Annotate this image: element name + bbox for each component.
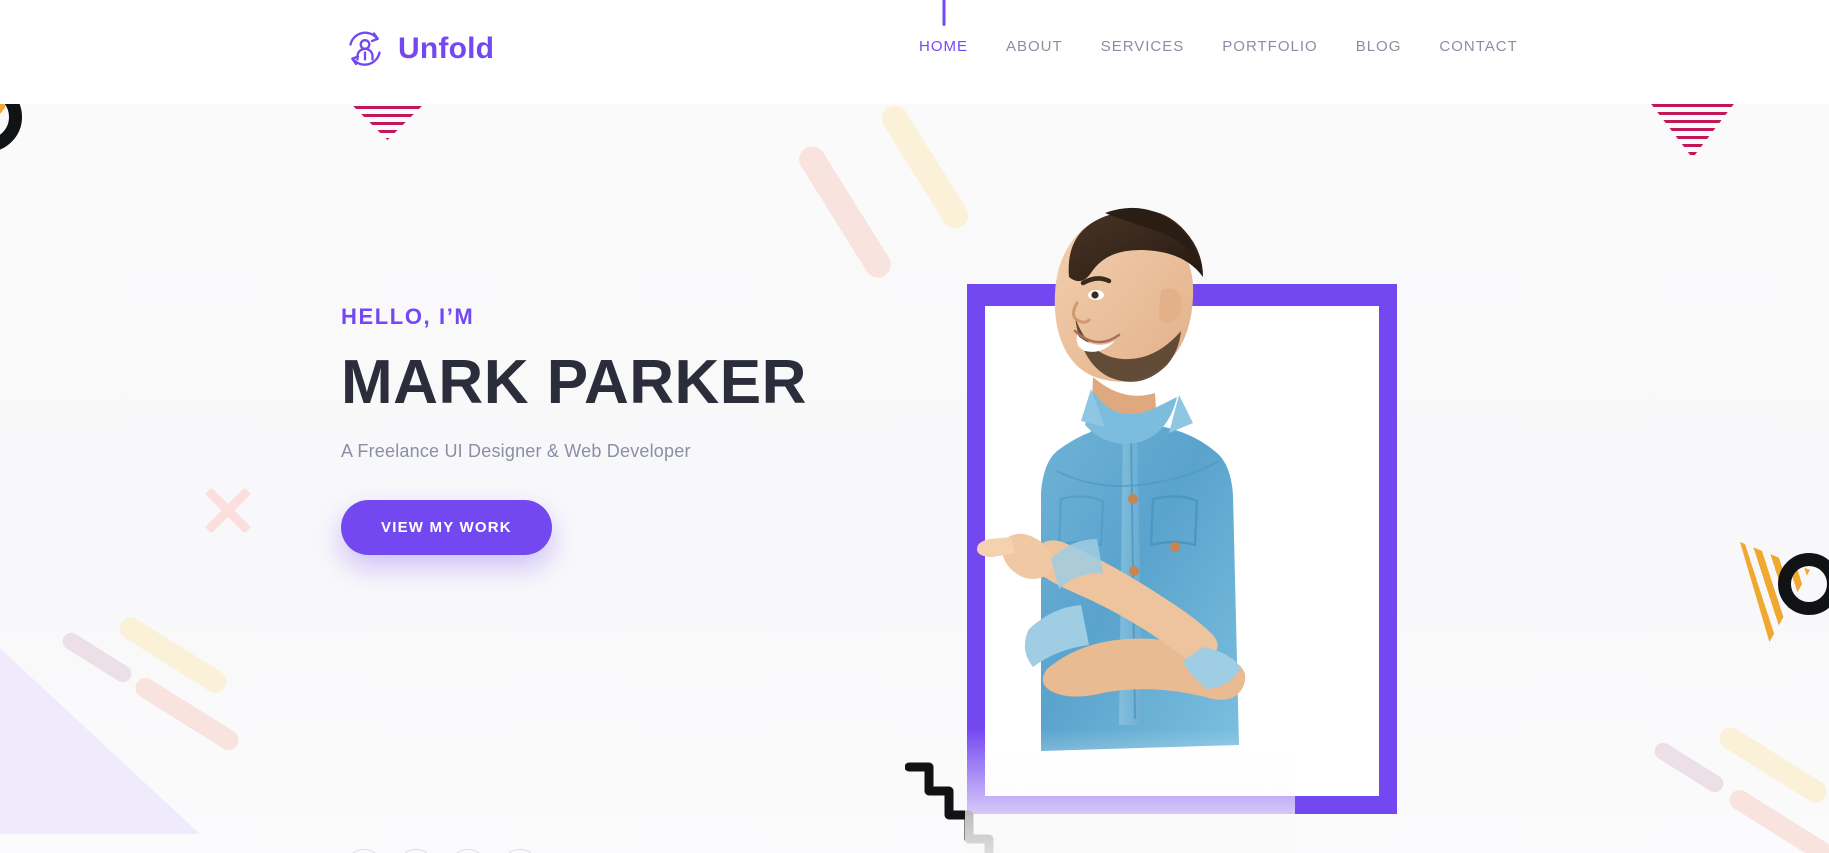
site-header: Unfold HOME ABOUT SERVICES PORTFOLIO BLO… xyxy=(0,0,1829,104)
decor-orange-triangle-right xyxy=(1740,542,1810,642)
decor-bar-pink-left xyxy=(59,629,135,686)
decor-x-mark xyxy=(200,484,256,540)
decor-ring-right xyxy=(1778,553,1829,615)
hero-page: Unfold HOME ABOUT SERVICES PORTFOLIO BLO… xyxy=(0,0,1829,853)
decor-bar-pink-right xyxy=(1651,739,1727,796)
social-links: Be xyxy=(345,849,539,853)
hero-subtitle: A Freelance UI Designer & Web Developer xyxy=(341,440,691,461)
view-my-work-button[interactable]: VIEW MY WORK xyxy=(341,499,552,555)
decor-striped-triangle-left xyxy=(345,104,430,140)
hero-photo xyxy=(965,199,1295,853)
linkedin-link[interactable] xyxy=(501,849,539,853)
hero-eyebrow: HELLO, I’M xyxy=(341,304,475,329)
decor-purple-triangle xyxy=(0,639,200,834)
behance-link[interactable]: Be xyxy=(449,849,487,853)
decor-ring-topleft xyxy=(0,104,42,154)
decor-bar-cream-right xyxy=(1715,723,1829,807)
facebook-link[interactable] xyxy=(345,849,383,853)
main-nav: HOME ABOUT SERVICES PORTFOLIO BLOG CONTA… xyxy=(900,36,1537,58)
decor-bar-peach-left xyxy=(131,674,243,754)
decor-bar-cream-top xyxy=(876,104,974,234)
nav-item-portfolio[interactable]: PORTFOLIO xyxy=(1203,36,1336,58)
decor-bar-peach-top xyxy=(794,141,896,283)
user-refresh-logo-icon xyxy=(341,25,389,73)
nav-item-about[interactable]: ABOUT xyxy=(987,36,1082,58)
brand-logo[interactable]: Unfold xyxy=(341,25,494,73)
nav-item-blog[interactable]: BLOG xyxy=(1337,36,1421,58)
decor-striped-half-right xyxy=(1645,104,1740,158)
decor-bar-cream-left xyxy=(115,613,231,697)
brand-name: Unfold xyxy=(398,32,495,65)
nav-item-services[interactable]: SERVICES xyxy=(1082,36,1204,58)
hero-section: HELLO, I’M MARK PARKER A Freelance UI De… xyxy=(0,104,1829,853)
decor-bar-peach-right xyxy=(1725,786,1829,853)
hero-title: MARK PARKER xyxy=(341,348,807,417)
twitter-link[interactable] xyxy=(397,849,435,853)
nav-item-home[interactable]: HOME xyxy=(900,36,987,58)
nav-item-contact[interactable]: CONTACT xyxy=(1420,36,1536,58)
hero-copy: HELLO, I’M MARK PARKER A Freelance UI De… xyxy=(341,304,901,555)
